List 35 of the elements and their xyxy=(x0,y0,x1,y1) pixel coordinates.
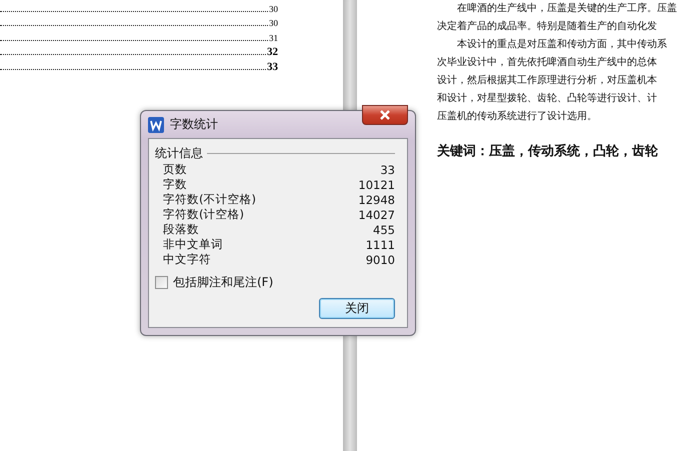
dialog-title: 字数统计 xyxy=(170,116,219,133)
close-dialog-button[interactable]: 关闭 xyxy=(319,298,395,319)
paragraph-line: 本设计的重点是对压盖和传动方面，其中传动系 xyxy=(456,38,668,52)
stat-label: 页数 xyxy=(163,162,187,177)
checkbox[interactable] xyxy=(155,276,168,289)
paragraph-line: 压盖机的传动系统进行了设计选用。 xyxy=(437,110,598,124)
page-number: 33 xyxy=(267,60,278,72)
stat-value: 14027 xyxy=(358,208,395,222)
stat-label: 非中文单词 xyxy=(163,237,223,252)
paragraph-line: 设计，然后根据其工作原理进行分析，对压盖机本 xyxy=(437,74,658,88)
stat-label: 段落数 xyxy=(163,222,199,237)
page-number: 31 xyxy=(269,32,278,44)
stat-value: 455 xyxy=(373,222,395,236)
group-label: 统计信息 xyxy=(155,145,203,162)
app-icon xyxy=(148,116,164,132)
stat-label: 字符数(计空格) xyxy=(163,207,244,222)
paragraph-line: 决定着产品的成品率。特别是随着生产的自动化发 xyxy=(437,20,658,34)
stat-value: 33 xyxy=(380,162,395,176)
stat-label: 字数 xyxy=(163,177,187,192)
page-number: 32 xyxy=(267,46,278,58)
stat-value: 12948 xyxy=(358,192,395,206)
stat-label: 字符数(不计空格) xyxy=(163,192,256,207)
page-number: 30 xyxy=(269,17,278,29)
paragraph-line: 次毕业设计中，首先依托啤酒自动生产线中的总体 xyxy=(437,56,658,70)
paragraph-line: 和设计，对星型拨轮、齿轮、凸轮等进行设计、计 xyxy=(437,92,658,106)
page-number: 30 xyxy=(269,2,278,14)
stat-value: 1111 xyxy=(366,238,395,252)
checkbox-label: 包括脚注和尾注(F) xyxy=(173,274,274,291)
stat-value: 9010 xyxy=(366,252,395,266)
stat-label: 中文字符 xyxy=(163,252,211,267)
keywords-text: 关键词：压盖，传动系统，凸轮，齿轮 xyxy=(437,142,659,160)
stat-value: 10121 xyxy=(358,178,395,192)
paragraph-line: 在啤酒的生产线中，压盖是关键的生产工序。压盖 xyxy=(456,2,678,16)
close-icon xyxy=(379,110,391,120)
close-button[interactable] xyxy=(362,105,408,125)
